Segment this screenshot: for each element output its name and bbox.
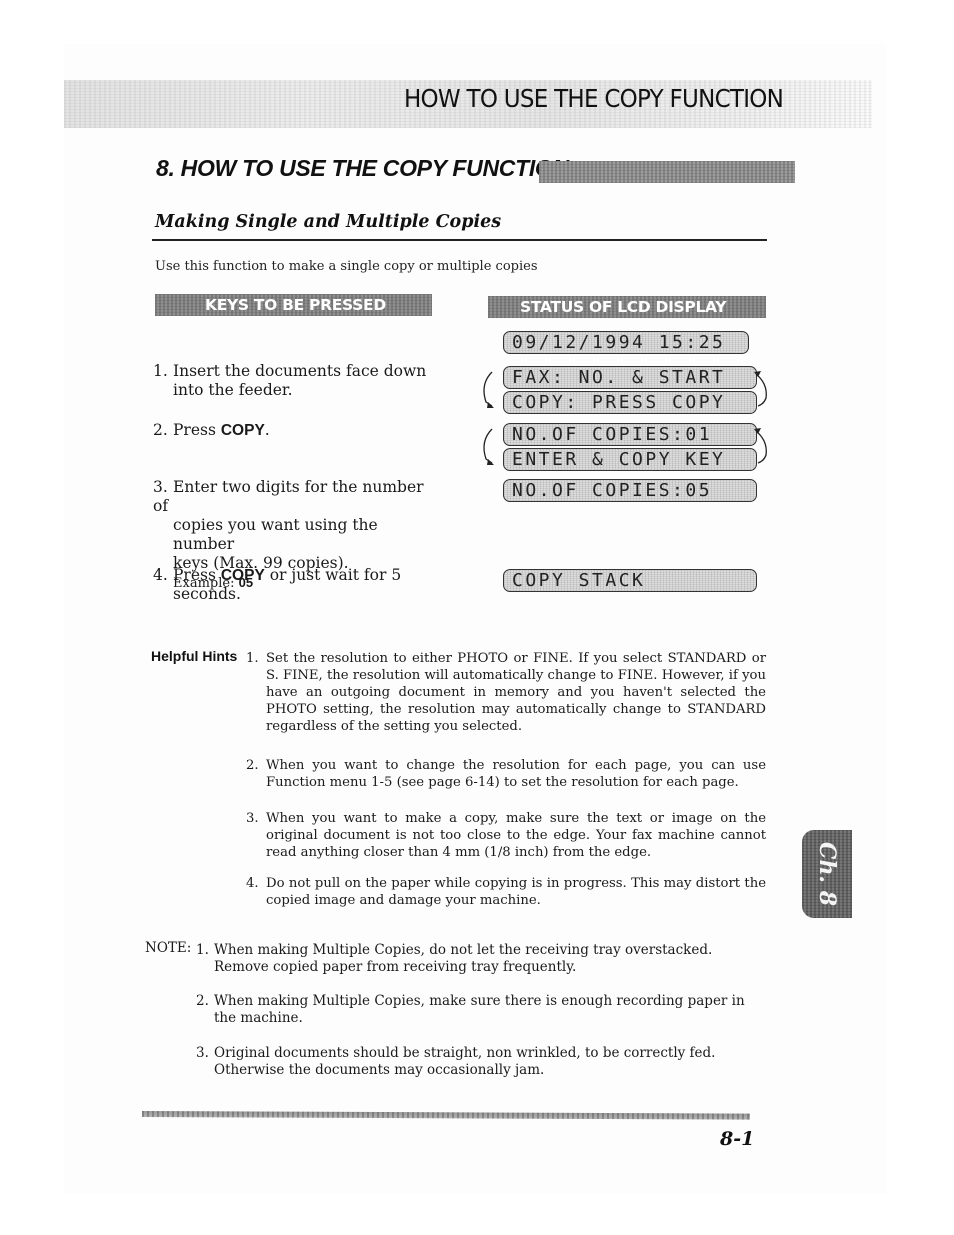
step-text: Press [173, 566, 221, 584]
step-number: 1. [153, 362, 168, 380]
section-divider [152, 239, 767, 241]
key-copy: COPY [220, 422, 265, 439]
step-text: Enter two digits for the number of [153, 478, 424, 515]
cycle-arrow-right-icon [754, 428, 767, 464]
cycle-arrow-left-icon [483, 428, 494, 465]
note-label: NOTE: [145, 940, 192, 956]
hint-number: 1. [246, 651, 259, 666]
note-text: When making Multiple Copies, do not let … [214, 942, 713, 975]
hint-text: Set the resolution to either PHOTO or FI… [266, 651, 766, 734]
section-title: Making Single and Multiple Copies [155, 212, 502, 232]
step-1: 1. Insert the documents face down into th… [153, 362, 438, 400]
keys-heading: KEYS TO BE PRESSED [155, 294, 432, 316]
step-text: into the feeder. [173, 381, 293, 399]
hint-item: 3. When you want to make a copy, make su… [246, 810, 766, 861]
key-copy: COPY [220, 567, 265, 584]
step-4: 4. Press COPY or just wait for 5 seconds. [153, 566, 438, 604]
section-intro: Use this function to make a single copy … [155, 259, 538, 274]
step-2: 2. Press COPY. [153, 421, 438, 440]
hint-item: 1. Set the resolution to either PHOTO or… [246, 650, 766, 735]
chapter-title: 8. HOW TO USE THE COPY FUNCTION [156, 155, 569, 181]
step-text: seconds. [173, 585, 241, 603]
hint-number: 3. [246, 811, 259, 826]
step-text: or just wait for 5 [264, 566, 402, 584]
chapter-tab: Ch. 8 [802, 830, 852, 918]
note-number: 3. [196, 1045, 209, 1061]
step-text: . [264, 421, 270, 439]
lcd-heading: STATUS OF LCD DISPLAY [488, 296, 766, 318]
note-item: 3. Original documents should be straight… [196, 1045, 758, 1079]
helpful-hints-label: Helpful Hints [151, 648, 238, 664]
step-number: 3. [153, 478, 168, 496]
note-item: 2. When making Multiple Copies, make sur… [196, 993, 758, 1027]
note-item: 1. When making Multiple Copies, do not l… [196, 942, 758, 976]
hint-number: 4. [246, 876, 259, 891]
step-text: copies you want using the number [173, 516, 378, 553]
hint-item: 4. Do not pull on the paper while copyin… [246, 875, 766, 909]
lcd-enter-copy-key: ENTER & COPY KEY [503, 448, 757, 471]
lcd-fax-prompt: FAX: NO. & START [503, 366, 757, 389]
step-text: Insert the documents face down [173, 362, 427, 380]
lcd-copy-prompt: COPY: PRESS COPY [503, 391, 757, 414]
chapter-title-bar [539, 161, 795, 183]
hint-number: 2. [246, 758, 259, 773]
hint-text: Do not pull on the paper while copying i… [266, 876, 766, 908]
note-number: 1. [196, 942, 209, 958]
hint-text: When you want to change the resolution f… [266, 758, 766, 790]
note-number: 2. [196, 993, 209, 1009]
lcd-copies-05: NO.OF COPIES:05 [503, 479, 757, 502]
hint-item: 2. When you want to change the resolutio… [246, 757, 766, 791]
step-text: Press [173, 421, 221, 439]
chapter-tab-label: Ch. 8 [814, 841, 840, 907]
hint-text: When you want to make a copy, make sure … [266, 811, 766, 860]
page-number: 8-1 [720, 1128, 755, 1150]
cycle-arrow-left-icon [483, 371, 494, 408]
note-text: Original documents should be straight, n… [214, 1045, 716, 1078]
step-number: 4. [153, 566, 168, 584]
running-header-title: HOW TO USE THE COPY FUNCTION [404, 84, 784, 113]
note-text: When making Multiple Copies, make sure t… [214, 993, 745, 1026]
step-number: 2. [153, 421, 168, 439]
lcd-copies-01: NO.OF COPIES:01 [503, 423, 757, 446]
cycle-arrow-right-icon [754, 371, 767, 407]
lcd-copy-stack: COPY STACK [503, 569, 757, 592]
lcd-date-time: 09/12/1994 15:25 [503, 331, 749, 354]
